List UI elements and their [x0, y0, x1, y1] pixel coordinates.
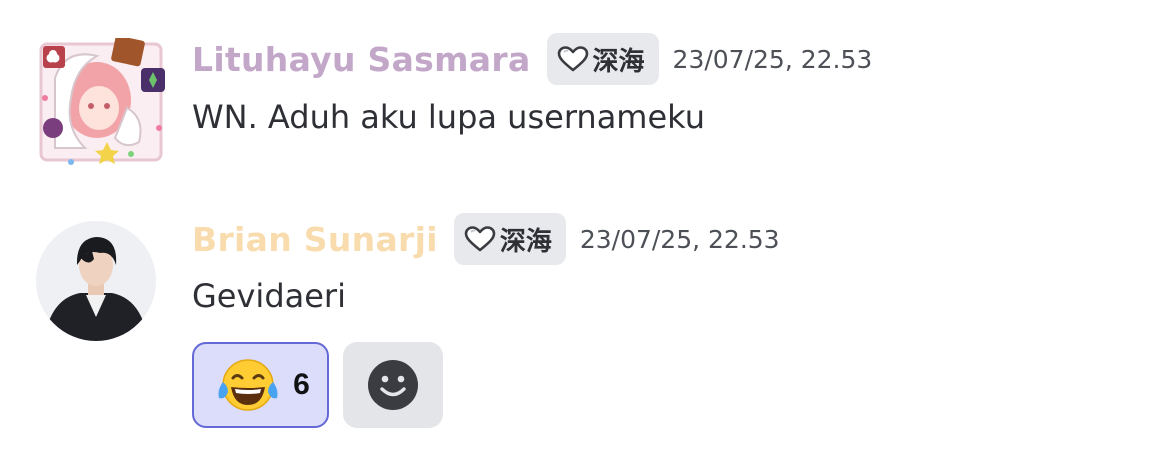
server-tag-badge[interactable]: 深海 [546, 33, 659, 85]
message-content: Gevidaeri [192, 277, 346, 315]
username[interactable]: Brian Sunarji [192, 220, 438, 259]
server-tag-label: 深海 [499, 226, 552, 257]
server-tag-badge[interactable]: 深海 [453, 213, 566, 265]
timestamp: 23/07/25, 22.53 [579, 224, 780, 254]
add-reaction-button[interactable] [343, 342, 443, 428]
user-avatar[interactable] [36, 221, 156, 341]
reaction-bar: 6 [192, 342, 443, 428]
message-item[interactable]: Lituhayu Sasmara 深海 23/07/25, 22.53 WN. … [0, 0, 1170, 190]
server-tag-label: 深海 [592, 46, 645, 77]
face-with-tears-of-joy-icon [218, 359, 278, 411]
message-item[interactable]: Brian Sunarji 深海 23/07/25, 22.53 Gevidae… [0, 190, 1170, 473]
heart-icon [464, 226, 496, 252]
heart-icon [557, 46, 588, 72]
reaction-button[interactable]: 6 [192, 342, 329, 428]
avatar-person-photo-icon [36, 221, 156, 341]
message-content: WN. Aduh aku lupa usernameku [192, 98, 705, 136]
user-avatar[interactable] [35, 35, 165, 165]
reaction-count: 6 [293, 368, 310, 401]
timestamp: 23/07/25, 22.53 [672, 44, 873, 74]
smiley-add-reaction-icon [368, 360, 418, 410]
message-header: Brian Sunarji 深海 23/07/25, 22.53 [192, 212, 780, 266]
avatar-anime-girl-icon [39, 35, 165, 165]
message-header: Lituhayu Sasmara 深海 23/07/25, 22.53 [192, 32, 872, 86]
username[interactable]: Lituhayu Sasmara [192, 40, 531, 79]
